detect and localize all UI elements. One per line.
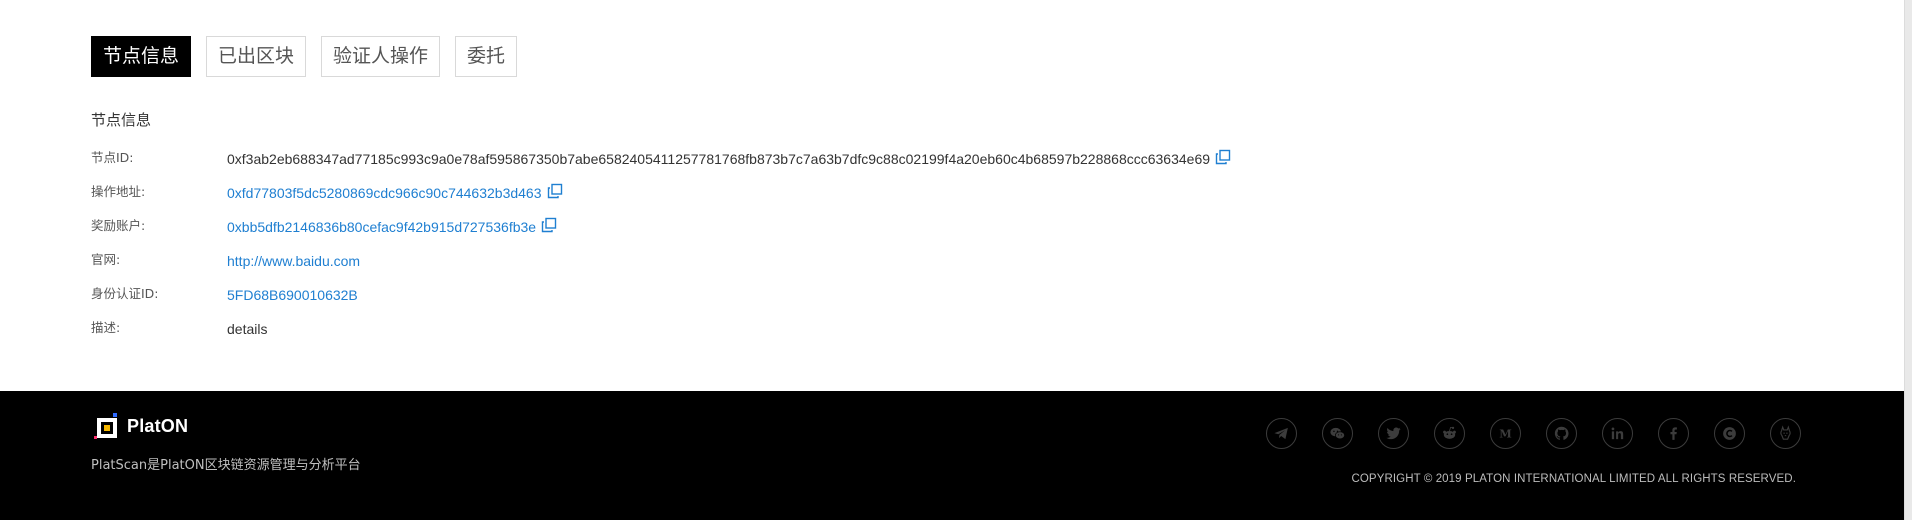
row-reward-account: 奖励账户: 0xbb5dfb2146836b80cefac9f42b915d72…	[91, 216, 1391, 250]
node-info-list: 节点ID: 0xf3ab2eb688347ad77185c993c9a0e78a…	[91, 148, 1391, 352]
operator-address-label: 操作地址:	[91, 184, 146, 199]
tab-produced-blocks[interactable]: 已出区块	[206, 36, 307, 77]
wechat-icon[interactable]	[1322, 418, 1353, 449]
scrollbar[interactable]	[1904, 0, 1912, 520]
alpaca-icon[interactable]	[1770, 418, 1801, 449]
logo-text: PlatON	[127, 415, 189, 436]
footer: PlatON PlatScan是PlatON区块链资源管理与分析平台 M COP…	[0, 391, 1904, 520]
description-value: details	[227, 321, 268, 337]
tab-node-info[interactable]: 节点信息	[91, 36, 192, 77]
copy-icon[interactable]	[1215, 149, 1231, 165]
reward-account-link[interactable]: 0xbb5dfb2146836b80cefac9f42b915d727536fb…	[227, 217, 536, 237]
platon-logo[interactable]: PlatON	[91, 410, 188, 442]
linkedin-icon[interactable]	[1602, 418, 1633, 449]
coinmarketcap-icon[interactable]	[1714, 418, 1745, 449]
tab-delegation[interactable]: 委托	[455, 36, 518, 77]
medium-icon[interactable]: M	[1490, 418, 1521, 449]
row-description: 描述: details	[91, 318, 1391, 352]
tab-bar: 节点信息 已出区块 验证人操作 委托	[91, 36, 532, 77]
facebook-icon[interactable]	[1658, 418, 1689, 449]
telegram-icon[interactable]	[1266, 418, 1297, 449]
node-id-value: 0xf3ab2eb688347ad77185c993c9a0e78af59586…	[227, 151, 1211, 167]
section-title: 节点信息	[91, 111, 152, 129]
copy-icon[interactable]	[547, 183, 563, 199]
tab-validator-actions[interactable]: 验证人操作	[321, 36, 441, 77]
reddit-icon[interactable]	[1434, 418, 1465, 449]
main-content: 节点信息 已出区块 验证人操作 委托 节点信息 节点ID: 0xf3ab2eb6…	[0, 0, 1904, 391]
website-label: 官网:	[91, 252, 121, 267]
description-label: 描述:	[91, 320, 121, 335]
row-node-id: 节点ID: 0xf3ab2eb688347ad77185c993c9a0e78a…	[91, 148, 1391, 182]
website-link[interactable]: http://www.baidu.com	[227, 251, 360, 271]
platon-logo-icon	[94, 413, 117, 439]
twitter-icon[interactable]	[1378, 418, 1409, 449]
row-website: 官网: http://www.baidu.com	[91, 250, 1391, 284]
github-icon[interactable]	[1546, 418, 1577, 449]
footer-tagline: PlatScan是PlatON区块链资源管理与分析平台	[91, 458, 361, 473]
identity-id-link[interactable]: 5FD68B690010632B	[227, 285, 358, 305]
row-operator-address: 操作地址: 0xfd77803f5dc5280869cdc966c90c7446…	[91, 182, 1391, 216]
svg-text:M: M	[1499, 426, 1512, 440]
copyright-text: COPYRIGHT © 2019 PLATON INTERNATIONAL LI…	[1351, 473, 1796, 485]
social-links: M	[1266, 418, 1826, 449]
reward-account-label: 奖励账户:	[91, 218, 146, 233]
identity-id-label: 身份认证ID:	[91, 286, 159, 301]
node-id-label: 节点ID:	[91, 150, 134, 165]
copy-icon[interactable]	[541, 217, 557, 233]
row-identity-id: 身份认证ID: 5FD68B690010632B	[91, 284, 1391, 318]
operator-address-link[interactable]: 0xfd77803f5dc5280869cdc966c90c744632b3d4…	[227, 183, 542, 203]
